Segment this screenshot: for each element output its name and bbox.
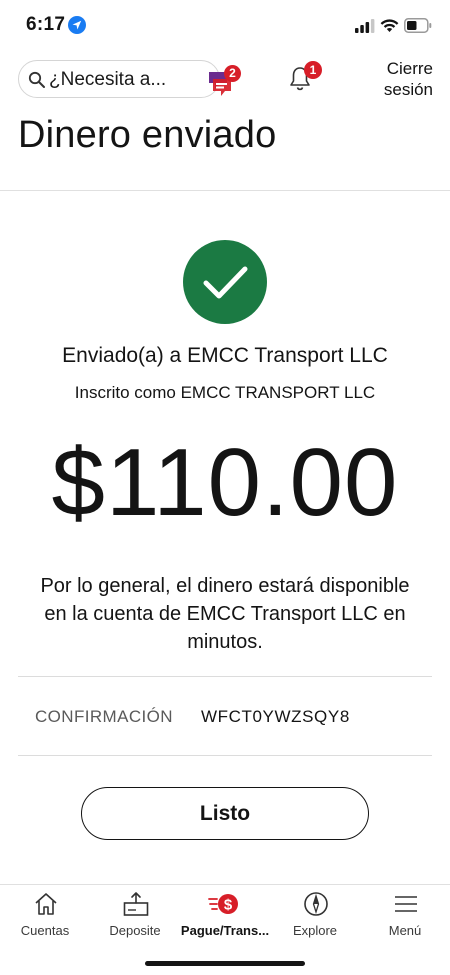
nav-label: Explore: [292, 923, 338, 938]
notifications-badge: 1: [304, 61, 322, 79]
logout-label-line1: Cierre: [386, 59, 433, 78]
pay-transfer-icon: $: [208, 894, 238, 914]
compass-icon: [304, 892, 328, 916]
nav-label: Menú: [388, 923, 422, 938]
deposit-icon: [123, 892, 149, 916]
nav-label: Cuentas: [20, 923, 70, 938]
location-icon: [68, 16, 86, 34]
svg-text:$: $: [224, 897, 233, 914]
wifi-icon: [380, 19, 399, 32]
nav-label: Deposite: [109, 923, 161, 938]
nav-item-pay-transfer[interactable]: $ Pague/Trans...: [180, 885, 270, 945]
status-time: 6:17: [26, 14, 66, 35]
app-header: ¿Necesita a... 2 1 Cierre sesión: [0, 56, 450, 106]
home-icon: [35, 893, 57, 915]
confirmation-number: WFCT0YWZSQY8: [201, 707, 350, 726]
search-icon: [28, 71, 45, 88]
logout-link[interactable]: Cierre sesión: [353, 58, 433, 100]
search-placeholder: ¿Necesita a...: [49, 69, 167, 90]
cellular-signal-icon: [355, 19, 375, 33]
divider: [18, 676, 432, 677]
availability-note: Por lo general, el dinero estará disponi…: [40, 575, 410, 653]
search-field[interactable]: ¿Necesita a... 2: [18, 60, 241, 98]
confirmation-label: CONFIRMACIÓN: [35, 707, 173, 726]
amount-sent: $110.00: [51, 429, 399, 536]
page-title: Dinero enviado: [18, 114, 277, 156]
logout-label-line2: sesión: [383, 80, 433, 99]
enrolled-as-text: Inscrito como EMCC TRANSPORT LLC: [74, 383, 376, 402]
menu-icon: [395, 896, 417, 912]
divider: [18, 755, 432, 756]
nav-item-menu[interactable]: Menú: [360, 885, 450, 945]
battery-icon: [404, 18, 432, 33]
status-bar: 6:17: [0, 0, 450, 52]
nav-item-explore[interactable]: Explore: [270, 885, 360, 945]
header-divider: [0, 190, 450, 191]
nav-label: Pague/Trans...: [180, 923, 270, 938]
nav-item-deposit[interactable]: Deposite: [90, 885, 180, 945]
success-check-icon: [183, 240, 267, 324]
nav-item-accounts[interactable]: Cuentas: [0, 885, 90, 945]
home-indicator[interactable]: [145, 961, 305, 966]
assistant-badge: 2: [224, 65, 241, 82]
done-button[interactable]: Listo: [81, 787, 369, 840]
recipient-text: Enviado(a) a EMCC Transport LLC: [62, 344, 388, 367]
